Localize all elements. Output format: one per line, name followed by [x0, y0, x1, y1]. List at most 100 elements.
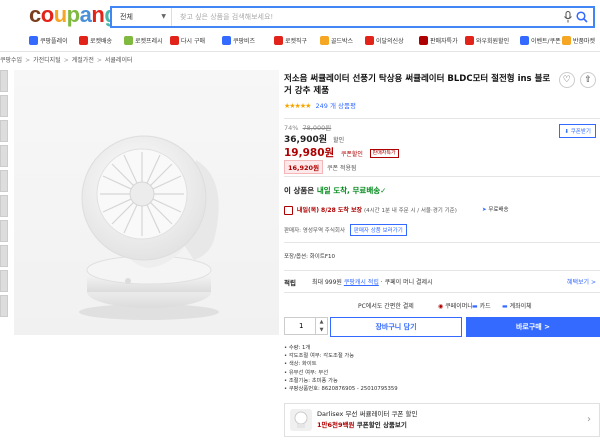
thumbnail[interactable]	[0, 95, 8, 117]
payment-option-card[interactable]: ▬ 카드	[472, 301, 491, 310]
buy-now-button[interactable]: 바로구매 >	[466, 317, 600, 337]
promo-banner[interactable]: Darlisex 무선 써큘레이터 쿠폰 할인 1만6천9백원 쿠폰할인 상품보…	[284, 403, 600, 437]
seller-products-button[interactable]: 판매자 상품 보러가기	[349, 224, 407, 236]
category-icon	[520, 36, 529, 45]
title-actions: ♡ ⇧	[556, 72, 596, 88]
breadcrumb-item[interactable]: 가전디지털	[33, 57, 61, 64]
discount-rate: 74%	[284, 124, 299, 132]
bank-icon: ▬	[502, 303, 508, 310]
delivery-type: ➤ 무료배송	[482, 207, 509, 213]
delivery-date: 내일(목) 8/28 도착 보장	[296, 207, 363, 214]
applied-price-row: 16,920원 쿠폰 적용됨	[284, 160, 357, 174]
arrival-prefix: 이 상품은	[284, 186, 315, 195]
category-icon	[562, 36, 571, 45]
category-nav-item[interactable]: 와우회원할인	[465, 36, 509, 48]
search-category-select[interactable]: 전체 ▼	[112, 8, 172, 26]
category-icon	[29, 36, 38, 45]
category-label: 로켓프레시	[135, 38, 163, 45]
category-nav-item[interactable]: 다시 구매	[170, 36, 205, 48]
coupon-label: 쿠폰할인	[340, 151, 363, 158]
breadcrumb-separator: >	[63, 57, 69, 64]
applied-price: 16,920원	[284, 160, 324, 174]
breadcrumb: 쿠팡수입 > 가전디지털 > 계절가전 > 서큘레이터	[0, 55, 136, 65]
heart-icon[interactable]: ♡	[558, 72, 575, 88]
thumbnail[interactable]	[0, 270, 8, 292]
divider	[284, 292, 600, 293]
breadcrumb-item[interactable]: 계절가전	[72, 57, 94, 64]
spec-item: 유무선 여부: 무선	[284, 369, 398, 377]
breadcrumb-separator: >	[25, 57, 31, 64]
thumbnail[interactable]	[0, 170, 8, 192]
payment-option-transfer[interactable]: ▬ 계좌이체	[502, 301, 532, 310]
thumbnail[interactable]	[0, 120, 8, 142]
category-nav-item[interactable]: 골드박스	[320, 36, 353, 48]
spec-item: 쿠팡상품번호: 8620876905 - 25010795359	[284, 385, 398, 393]
thumbnail[interactable]	[0, 220, 8, 242]
logo-letter: p	[66, 2, 80, 27]
divider	[284, 176, 600, 177]
category-label: 와우회원할인	[476, 38, 510, 45]
search-category-label: 전체	[120, 13, 133, 21]
benefit-more-link[interactable]: 혜택보기 >	[567, 277, 596, 286]
cash-link[interactable]: 쿠팡캐시 적립	[344, 279, 379, 286]
category-icon	[170, 36, 179, 45]
category-label: 반품마켓	[573, 38, 596, 45]
category-nav-item[interactable]: 쿠팡비즈	[222, 36, 255, 48]
category-icon	[365, 36, 374, 45]
category-icon	[465, 36, 474, 45]
thumbnail[interactable]	[0, 245, 8, 267]
category-nav-item[interactable]: 로켓프레시	[124, 36, 163, 48]
spec-item: 조절기능: 초미풍 가능	[284, 377, 398, 385]
chevron-down-icon: ▼	[161, 13, 166, 20]
spec-list: 수량: 1개각도조절 여부: 각도조절 가능색상: 화이트유무선 여부: 무선조…	[284, 344, 398, 393]
applied-label: 쿠폰 적용됨	[327, 165, 357, 172]
search-bar: 전체 ▼	[110, 6, 595, 28]
category-label: 골드박스	[331, 38, 354, 45]
option-selected[interactable]: 포장/옵션: 화이트F10	[284, 252, 335, 260]
category-nav-item[interactable]: 쿠팡플레이	[29, 36, 68, 48]
seller-special-badge: 판매자특가	[369, 148, 399, 158]
header: coupang 전체 ▼	[0, 0, 600, 30]
category-label: 다시 구매	[181, 38, 205, 45]
breadcrumb-item[interactable]: 쿠팡수입	[0, 57, 22, 64]
thumbnail[interactable]	[0, 195, 8, 217]
quantity-arrows[interactable]: ▲ ▼	[315, 318, 327, 334]
star-rating-icon: ★★★★★	[284, 102, 311, 110]
category-nav-item[interactable]: 판매자특가	[419, 36, 458, 48]
thumbnail[interactable]	[0, 295, 8, 317]
category-nav-item[interactable]: 이벤트/쿠폰	[520, 36, 561, 48]
microphone-icon[interactable]	[563, 11, 573, 23]
category-label: 이달의신상	[376, 38, 404, 45]
sale-label: 할인	[333, 137, 345, 144]
thumbnail[interactable]	[0, 145, 8, 167]
spec-item: 수량: 1개	[284, 344, 398, 352]
category-nav: 쿠팡플레이 로켓배송 로켓프레시 다시 구매 쿠팡비즈 로켓직구 골드박스 이달의신상 판매자특…	[0, 32, 600, 52]
thumbnail-strip	[0, 70, 8, 320]
quantity-input[interactable]	[285, 318, 315, 334]
rocket-icon: ➤	[482, 207, 487, 213]
promo-subtitle: 1만6천9백원 쿠폰할인 상품보기	[317, 421, 407, 429]
search-icon[interactable]	[576, 11, 588, 23]
product-main-image[interactable]	[14, 70, 279, 335]
rating[interactable]: ★★★★★ 249 개 상품평	[284, 100, 356, 110]
category-nav-item[interactable]: 반품마켓	[562, 36, 595, 48]
logo-letter: o	[40, 2, 54, 27]
coupon-download-button[interactable]: ⬇ 쿠폰받기	[559, 124, 596, 138]
thumbnail[interactable]	[0, 70, 8, 92]
share-icon[interactable]: ⇧	[580, 72, 596, 88]
category-icon	[124, 36, 133, 45]
search-input[interactable]	[176, 8, 556, 26]
category-nav-item[interactable]: 이달의신상	[365, 36, 404, 48]
add-to-cart-button[interactable]: 장바구니 담기	[330, 317, 462, 337]
delivery-note: (4시간 1분 내 주문 시 / 서울⋅경기 기준)	[363, 208, 457, 214]
arrival-highlight: 내일 도착, 무료배송	[316, 186, 381, 195]
category-icon	[320, 36, 329, 45]
original-price-row: 74% 78,000원	[284, 122, 331, 132]
coupang-logo[interactable]: coupang	[29, 2, 118, 27]
category-label: 판매자특가	[430, 38, 458, 45]
breadcrumb-item[interactable]: 서큘레이터	[105, 57, 133, 64]
category-icon	[79, 36, 88, 45]
category-nav-item[interactable]: 로켓직구	[274, 36, 307, 48]
category-nav-item[interactable]: 로켓배송	[79, 36, 112, 48]
payment-option-coupay[interactable]: ◉ 쿠페이머니	[438, 301, 473, 310]
